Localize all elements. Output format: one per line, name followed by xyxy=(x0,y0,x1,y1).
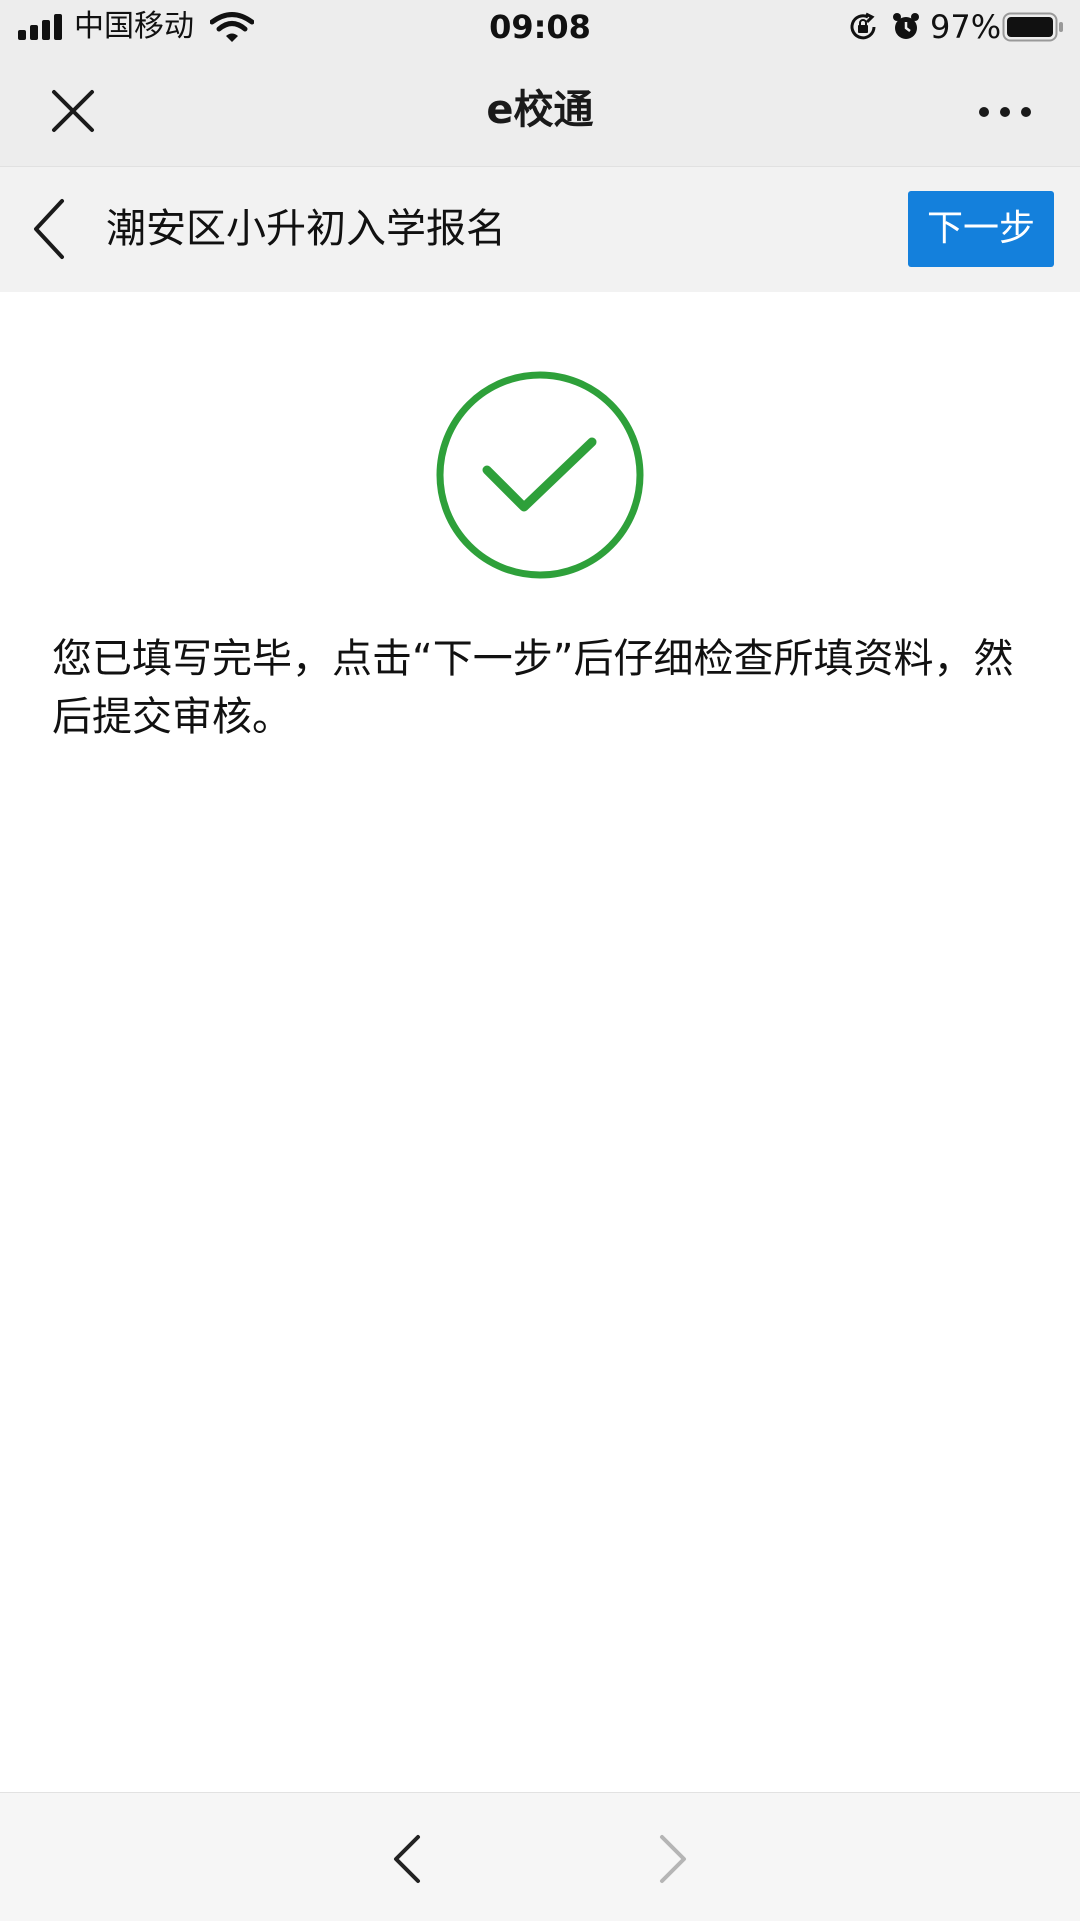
app-title: e校通 xyxy=(486,87,594,133)
chevron-left-icon[interactable] xyxy=(24,193,78,265)
completion-message: 您已填写完毕，点击“下一步”后仔细检查所填资料，然后提交审核。 xyxy=(52,636,1014,740)
bottom-toolbar xyxy=(0,1792,1080,1921)
title-bar: e校通 xyxy=(0,54,1080,167)
close-icon[interactable] xyxy=(40,82,108,142)
check-circle-icon xyxy=(436,371,644,579)
battery-icon xyxy=(1002,12,1063,42)
chevron-right-icon xyxy=(660,1835,686,1883)
chevron-left-icon[interactable] xyxy=(386,1831,430,1887)
more-icon[interactable] xyxy=(970,84,1040,140)
next-step-button[interactable]: 下一步 xyxy=(908,191,1054,267)
battery-percent: 97% xyxy=(930,8,1002,46)
rotation-lock-icon xyxy=(850,12,876,40)
alarm-icon xyxy=(893,13,919,39)
page-title: 潮安区小升初入学报名 xyxy=(106,206,506,252)
status-bar: 中国移动 09:08 97% xyxy=(0,0,1080,54)
page-header: 潮安区小升初入学报名 下一步 xyxy=(0,167,1080,292)
